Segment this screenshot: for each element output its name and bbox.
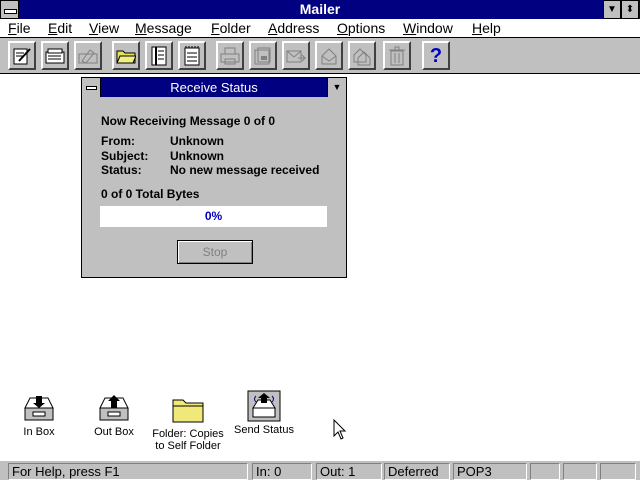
menu-edit[interactable]: Edit (48, 20, 72, 36)
status-panel-empty-1 (530, 463, 560, 480)
open-folder-button[interactable] (112, 41, 140, 70)
minimize-icon[interactable]: ▼ (603, 0, 621, 19)
app-titlebar[interactable]: Mailer ▼ ⬍ (0, 0, 640, 19)
receive-progress-bar: 0% (100, 206, 327, 227)
forward-icon (286, 50, 306, 62)
status-value: No new message received (170, 163, 320, 177)
menu-message[interactable]: Message (135, 20, 192, 36)
receive-status-titlebar[interactable]: Receive Status ▼ (82, 78, 346, 97)
dialog-title: Receive Status (170, 80, 258, 95)
receiving-heading: Now Receiving Message 0 of 0 (101, 114, 276, 128)
send-status-label: Send Status (234, 424, 294, 436)
print-button[interactable] (216, 41, 244, 70)
restore-icon[interactable]: ⬍ (621, 0, 639, 19)
menu-help[interactable]: Help (472, 20, 501, 36)
reply-button[interactable] (315, 41, 343, 70)
progress-percent: 0% (204, 209, 223, 223)
status-bar: For Help, press F1 In: 0 Out: 1 Deferred… (0, 460, 640, 480)
total-bytes: 0 of 0 Total Bytes (101, 187, 200, 201)
minimize-icon[interactable]: ▼ (327, 78, 346, 97)
save-button[interactable] (249, 41, 277, 70)
status-out-count: Out: 1 (316, 463, 382, 480)
menu-file[interactable]: File (8, 20, 31, 36)
trash-icon (389, 46, 405, 65)
app-title: Mailer (299, 1, 341, 17)
menu-folder[interactable]: Folder (211, 20, 251, 36)
forward-button[interactable] (282, 41, 310, 70)
status-protocol: POP3 (453, 463, 527, 480)
copies-folder-window-icon[interactable]: Folder: Copies to Self Folder (152, 394, 224, 452)
menu-bar: File Edit View Message Folder Address Op… (0, 19, 640, 38)
save-icon (254, 47, 271, 64)
subject-label: Subject: (101, 149, 149, 163)
address-book-icon (45, 48, 65, 63)
help-button[interactable]: ? (422, 41, 450, 70)
toolbar: ? (0, 38, 640, 74)
status-panel-empty-2 (563, 463, 597, 480)
outbox-label: Out Box (94, 426, 134, 438)
stop-button[interactable]: Stop (177, 240, 253, 264)
from-label: From: (101, 134, 135, 148)
menu-options[interactable]: Options (337, 20, 385, 36)
inbox-tray-icon (24, 396, 54, 421)
compose-button[interactable] (8, 41, 36, 70)
send-status-window-icon[interactable]: Send Status (232, 390, 296, 436)
notebook-icon (151, 46, 167, 65)
status-panel-empty-3 (600, 463, 636, 480)
help-icon: ? (429, 44, 443, 67)
subject-value: Unknown (170, 149, 224, 163)
inbox-label: In Box (23, 426, 55, 438)
reply-all-icon (353, 47, 371, 65)
status-in-count: In: 0 (252, 463, 312, 480)
folder-icon (172, 399, 204, 423)
menu-view[interactable]: View (89, 20, 119, 36)
menu-address[interactable]: Address (268, 20, 319, 36)
open-folder-icon (116, 50, 136, 63)
outbox-tray-icon (99, 395, 129, 421)
status-help-text: For Help, press F1 (8, 463, 248, 480)
print-icon (220, 47, 240, 64)
from-value: Unknown (170, 134, 224, 148)
outbox-window-icon[interactable]: Out Box (91, 392, 137, 438)
copies-folder-label-line1: Folder: Copies (152, 428, 224, 440)
notepad-icon (184, 45, 200, 65)
sign-icon (78, 48, 98, 64)
delete-button[interactable] (383, 41, 411, 70)
menu-window[interactable]: Window (403, 20, 453, 36)
compose-icon (13, 47, 31, 64)
reply-all-button[interactable] (348, 41, 376, 70)
status-mode: Deferred (384, 463, 450, 480)
copies-folder-label-line2: to Self Folder (155, 440, 221, 452)
inbox-window-icon[interactable]: In Box (18, 392, 60, 438)
send-status-icon (247, 390, 281, 422)
notebook-button[interactable] (145, 41, 173, 70)
reply-icon (321, 47, 337, 64)
mouse-pointer-icon (333, 419, 347, 440)
receive-status-window: Receive Status ▼ Now Receiving Message 0… (81, 77, 347, 278)
notepad-button[interactable] (178, 41, 206, 70)
status-label: Status: (101, 163, 142, 177)
sign-button[interactable] (74, 41, 102, 70)
address-book-button[interactable] (41, 41, 69, 70)
